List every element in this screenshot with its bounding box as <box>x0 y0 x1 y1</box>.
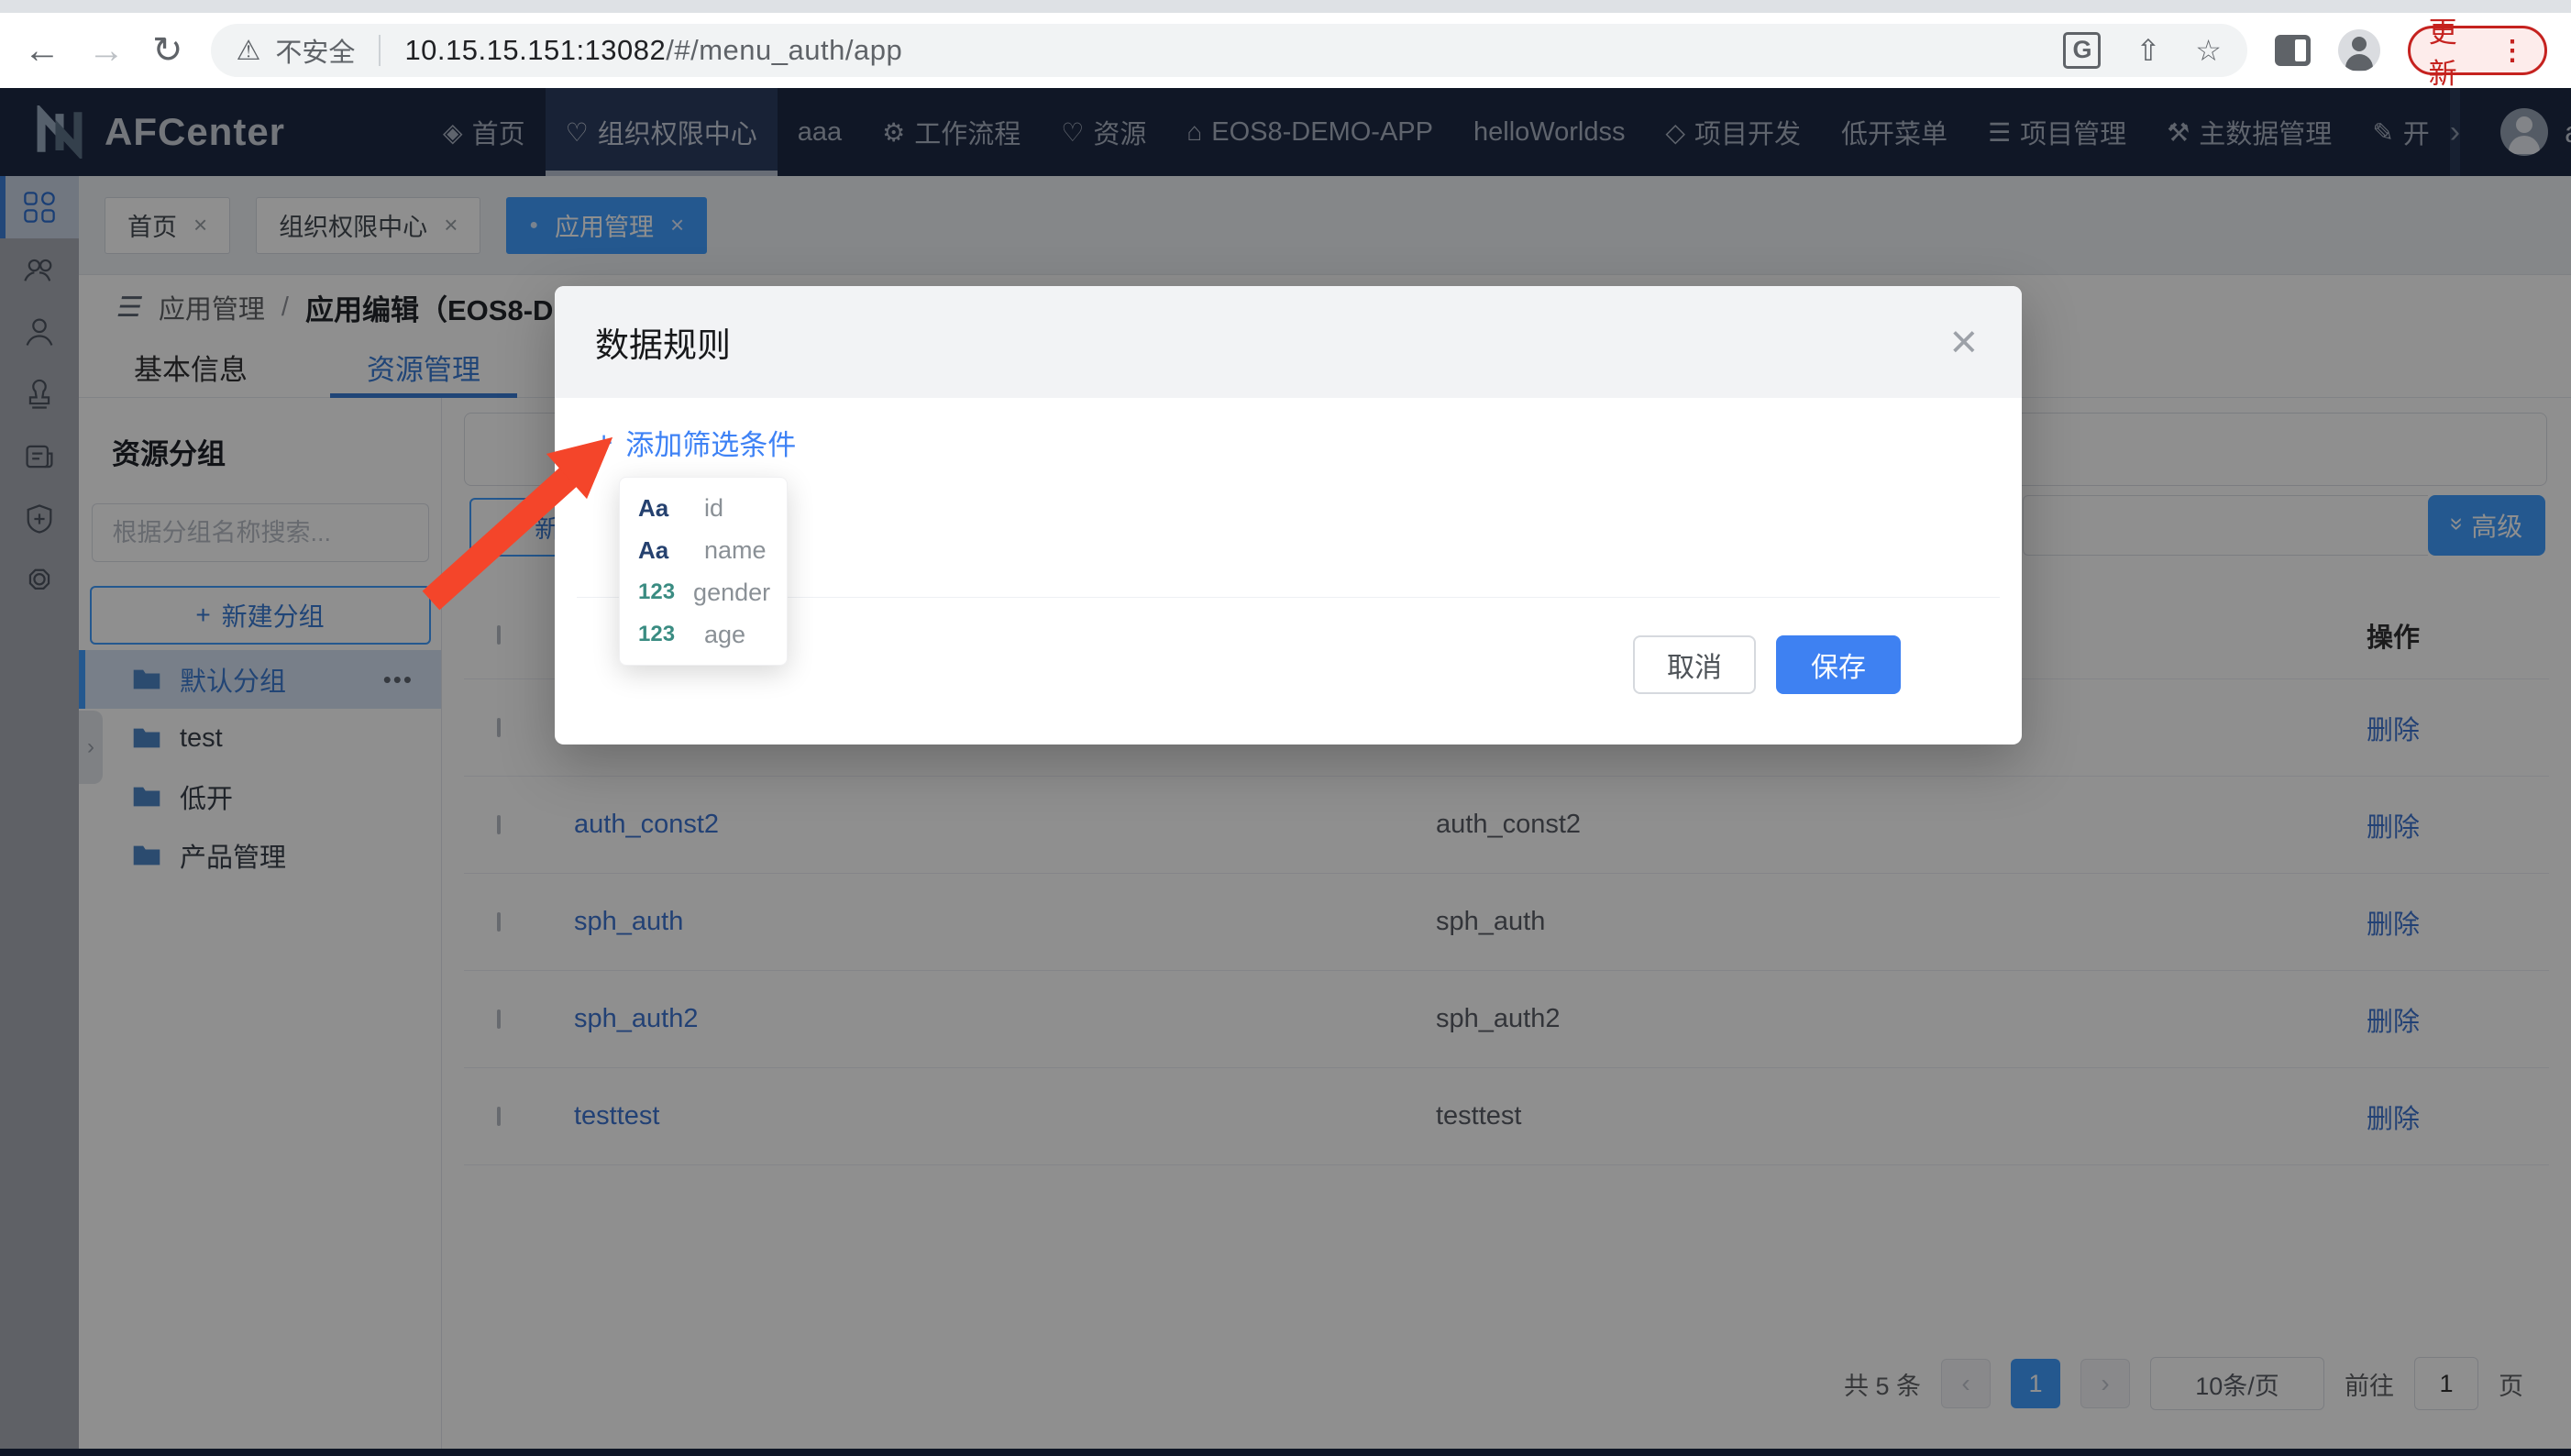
field-option-name[interactable]: Aa name <box>620 529 787 571</box>
save-button[interactable]: 保存 <box>1776 635 1901 694</box>
close-icon[interactable]: × <box>1950 318 1978 366</box>
number-type-icon: 123 <box>638 579 675 605</box>
reload-button[interactable]: ↻ <box>152 32 183 69</box>
number-type-icon: 123 <box>638 622 686 647</box>
plus-icon: + <box>595 425 612 460</box>
browser-menu-icon[interactable]: ⋮ <box>2499 35 2526 67</box>
forward-button[interactable]: → <box>88 32 125 69</box>
side-panel-icon[interactable] <box>2275 35 2311 66</box>
url-text[interactable]: 10.15.15.151:13082/#/menu_auth/app <box>404 34 902 67</box>
security-label[interactable]: 不安全 <box>275 31 355 70</box>
translate-icon[interactable]: G <box>2063 32 2101 69</box>
browser-toolbar: ← → ↻ ⚠ 不安全 10.15.15.151:13082/#/menu_au… <box>0 13 2571 88</box>
not-secure-icon: ⚠ <box>237 35 261 67</box>
share-icon[interactable]: ⇧ <box>2135 33 2160 68</box>
cancel-button[interactable]: 取消 <box>1633 635 1756 694</box>
add-filter-link[interactable]: + 添加筛选条件 <box>595 422 796 463</box>
browser-profile-avatar[interactable] <box>2338 29 2379 72</box>
field-option-id[interactable]: Aa id <box>620 487 787 529</box>
text-type-icon: Aa <box>638 494 686 523</box>
divider <box>379 35 381 66</box>
modal-header: 数据规则 × <box>555 286 2022 398</box>
modal-divider <box>577 597 2000 598</box>
window-titlebar <box>0 0 2571 13</box>
screen: ← → ↻ ⚠ 不安全 10.15.15.151:13082/#/menu_au… <box>0 0 2571 1456</box>
address-bar[interactable]: ⚠ 不安全 10.15.15.151:13082/#/menu_auth/app… <box>211 24 2247 77</box>
browser-chrome: ← → ↻ ⚠ 不安全 10.15.15.151:13082/#/menu_au… <box>0 0 2571 88</box>
modal-title: 数据规则 <box>595 317 731 367</box>
field-option-age[interactable]: 123 age <box>620 613 787 656</box>
field-select-dropdown: Aa id Aa name 123 gender 123 age <box>619 477 788 666</box>
field-option-gender[interactable]: 123 gender <box>620 571 787 613</box>
bookmark-star-icon[interactable]: ☆ <box>2195 33 2222 68</box>
back-button[interactable]: ← <box>24 32 61 69</box>
text-type-icon: Aa <box>638 536 686 565</box>
chrome-update-button[interactable]: 更新 ⋮ <box>2408 26 2547 75</box>
